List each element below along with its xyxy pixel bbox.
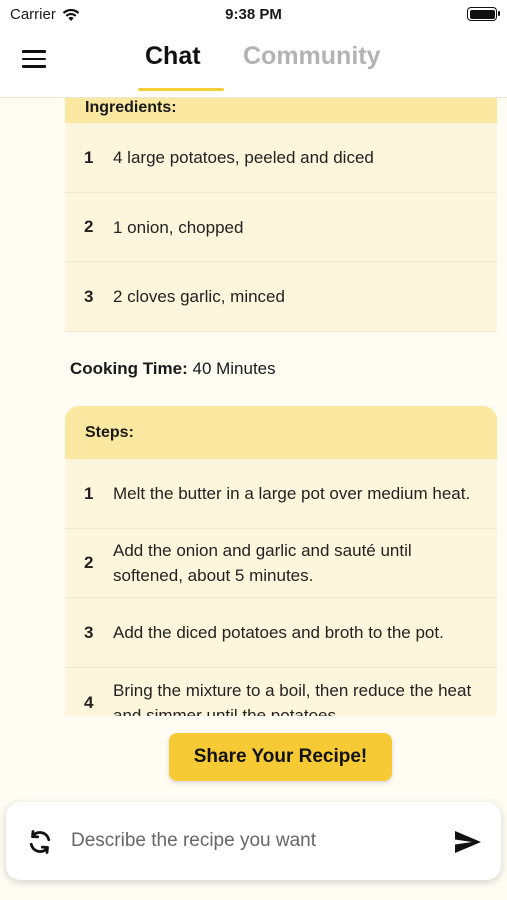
step-text: Bring the mixture to a boil, then reduce…: [113, 681, 472, 716]
step-row: 2 Add the onion and garlic and sauté unt…: [65, 529, 497, 598]
ingredient-text: 1 onion, chopped: [113, 217, 244, 237]
tab-chat[interactable]: Chat: [145, 42, 201, 71]
step-number: 1: [84, 483, 94, 503]
step-number: 2: [84, 553, 94, 572]
refresh-icon[interactable]: [26, 828, 54, 856]
ingredient-row: 1 4 large potatoes, peeled and diced: [65, 123, 497, 193]
send-icon[interactable]: [453, 829, 483, 855]
cooking-time-value: 40 Minutes: [192, 359, 276, 378]
step-number: 3: [84, 622, 94, 642]
battery-icon: [467, 7, 500, 21]
app-header: Chat Community: [0, 28, 507, 98]
composer-bar: [6, 802, 501, 880]
active-tab-indicator: [138, 88, 224, 91]
ingredient-number: 2: [84, 217, 94, 236]
step-text: Add the diced potatoes and broth to the …: [113, 623, 444, 642]
ingredients-heading: Ingredients:: [65, 98, 497, 123]
steps-heading: Steps:: [65, 406, 497, 459]
status-bar: Carrier 9:38 PM: [0, 0, 507, 28]
step-number: 4: [84, 693, 94, 712]
share-recipe-button[interactable]: Share Your Recipe!: [169, 733, 392, 781]
step-text: Melt the butter in a large pot over medi…: [113, 484, 471, 503]
recipe-prompt-input[interactable]: [71, 826, 431, 856]
chat-content[interactable]: Ingredients: 1 4 large potatoes, peeled …: [0, 98, 507, 716]
cooking-time: Cooking Time: 40 Minutes: [70, 359, 276, 379]
hamburger-menu-icon[interactable]: [22, 50, 48, 70]
cooking-time-label: Cooking Time:: [70, 359, 188, 378]
tab-community[interactable]: Community: [243, 42, 381, 71]
status-time: 9:38 PM: [225, 6, 282, 23]
ingredient-row: 2 1 onion, chopped: [65, 193, 497, 262]
ingredient-number: 1: [84, 147, 94, 167]
step-row: 1 Melt the butter in a large pot over me…: [65, 459, 497, 529]
step-row: 4 Bring the mixture to a boil, then redu…: [65, 668, 497, 716]
step-text: Add the onion and garlic and sauté until…: [113, 541, 412, 585]
step-row: 3 Add the diced potatoes and broth to th…: [65, 598, 497, 668]
ingredient-number: 3: [84, 286, 94, 306]
ingredient-text: 4 large potatoes, peeled and diced: [113, 148, 374, 167]
ingredient-text: 2 cloves garlic, minced: [113, 287, 285, 306]
ingredient-row: 3 2 cloves garlic, minced: [65, 262, 497, 332]
